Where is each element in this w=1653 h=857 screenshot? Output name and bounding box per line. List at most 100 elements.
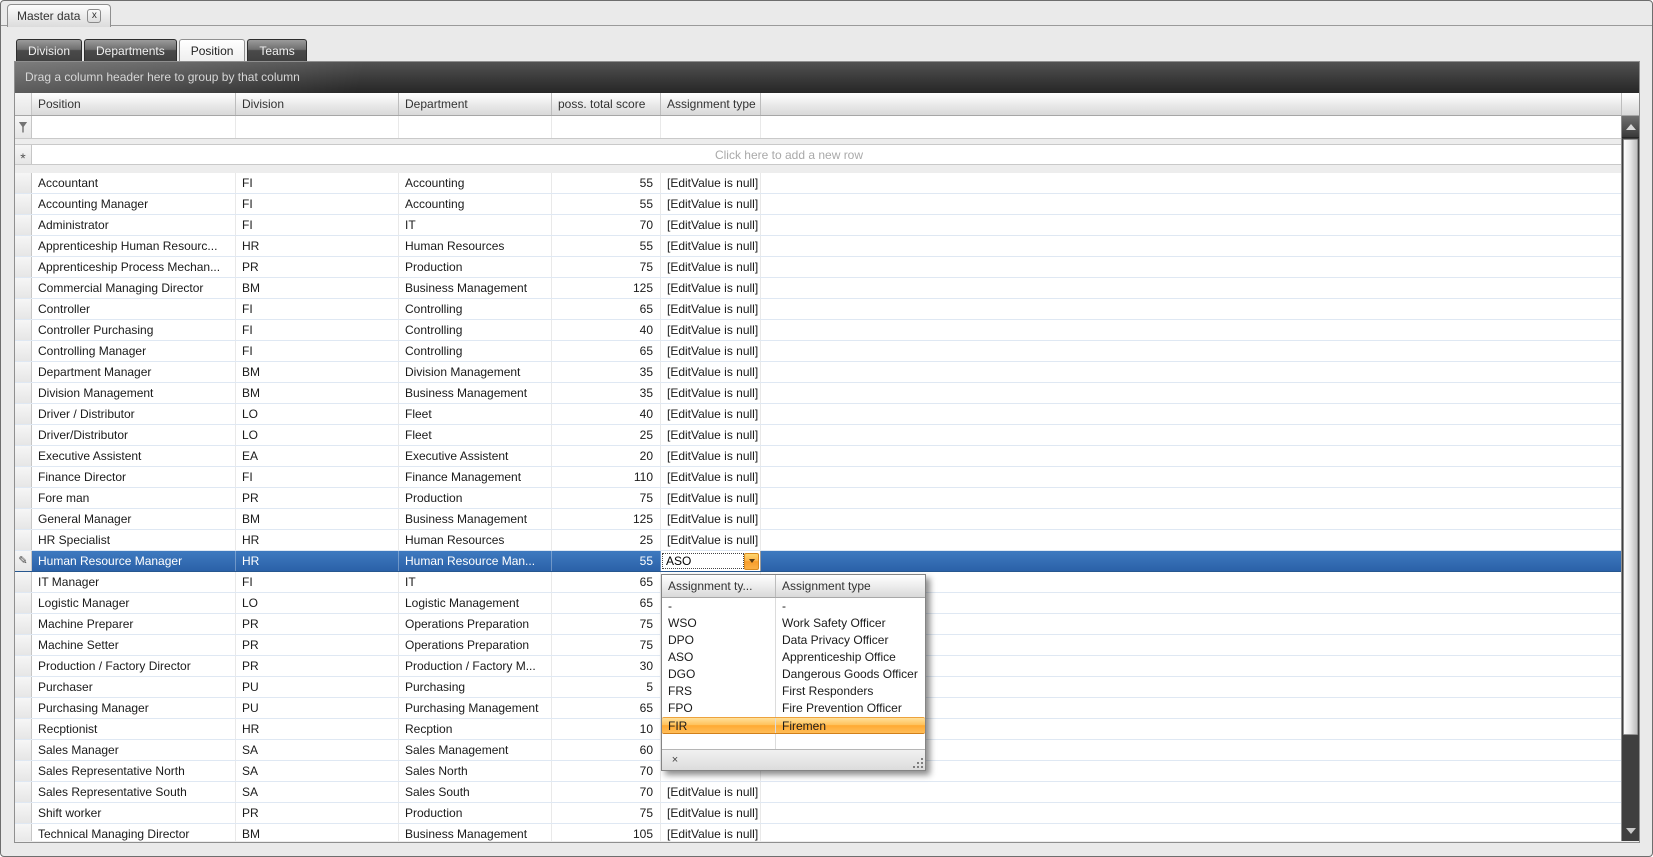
cell-department[interactable]: Business Management [399, 383, 552, 403]
cell-score[interactable]: 110 [552, 467, 661, 487]
cell-score[interactable]: 25 [552, 425, 661, 445]
cell-division[interactable]: PR [236, 803, 399, 823]
cell-division[interactable]: PU [236, 698, 399, 718]
cell-position[interactable]: Human Resource Manager [32, 551, 236, 571]
cell-assignment-type[interactable]: [EditValue is null] [661, 215, 761, 235]
table-row[interactable]: Division Management BM Business Manageme… [15, 383, 1621, 404]
cell-position[interactable]: Commercial Managing Director [32, 278, 236, 298]
cell-position[interactable]: Accountant [32, 173, 236, 193]
cell-division[interactable]: PR [236, 614, 399, 634]
cell-department[interactable]: Accounting [399, 194, 552, 214]
cell-score[interactable]: 25 [552, 530, 661, 550]
cell-department[interactable]: Recption [399, 719, 552, 739]
table-row[interactable]: General Manager BM Business Management 1… [15, 509, 1621, 530]
filter-cell-score[interactable] [552, 116, 661, 138]
table-row[interactable]: Driver/Distributor LO Fleet 25 [EditValu… [15, 425, 1621, 446]
table-row[interactable]: Accounting Manager FI Accounting 55 [Edi… [15, 194, 1621, 215]
table-row[interactable]: Sales Representative South SA Sales Sout… [15, 782, 1621, 803]
cell-assignment-type[interactable]: [EditValue is null] [661, 257, 761, 277]
cell-division[interactable]: PR [236, 257, 399, 277]
cell-division[interactable]: FI [236, 572, 399, 592]
cell-assignment-type[interactable]: [EditValue is null] [661, 824, 761, 841]
dropdown-item-name[interactable]: Fire Prevention Officer [776, 700, 925, 717]
new-row-hint[interactable]: Click here to add a new row [32, 145, 1621, 164]
cell-division[interactable]: FI [236, 341, 399, 361]
cell-division[interactable]: BM [236, 509, 399, 529]
dropdown-item-code[interactable]: ASO [662, 649, 776, 666]
scroll-up-button[interactable] [1622, 116, 1639, 138]
cell-position[interactable]: HR Specialist [32, 530, 236, 550]
cell-division[interactable]: FI [236, 173, 399, 193]
table-row[interactable]: Department Manager BM Division Managemen… [15, 362, 1621, 383]
dropdown-header-code[interactable]: Assignment ty... [662, 575, 776, 597]
cell-score[interactable]: 55 [552, 173, 661, 193]
table-row[interactable]: Technical Managing Director BM Business … [15, 824, 1621, 841]
cell-assignment-type[interactable]: [EditValue is null] [661, 320, 761, 340]
cell-position[interactable]: Sales Manager [32, 740, 236, 760]
cell-score[interactable]: 55 [552, 194, 661, 214]
table-row[interactable]: Controller FI Controlling 65 [EditValue … [15, 299, 1621, 320]
cell-assignment-type[interactable]: [EditValue is null] [661, 803, 761, 823]
dropdown-item[interactable]: ASO Apprenticeship Office [662, 649, 925, 666]
dropdown-item[interactable]: FPO Fire Prevention Officer [662, 700, 925, 717]
cell-division[interactable]: FI [236, 215, 399, 235]
cell-position[interactable]: Purchaser [32, 677, 236, 697]
column-header-division[interactable]: Division [236, 93, 399, 115]
cell-position[interactable]: Administrator [32, 215, 236, 235]
cell-division[interactable]: HR [236, 719, 399, 739]
cell-position[interactable]: Shift worker [32, 803, 236, 823]
cell-department[interactable]: Sales South [399, 782, 552, 802]
cell-division[interactable]: LO [236, 593, 399, 613]
group-by-panel[interactable]: Drag a column header here to group by th… [15, 62, 1639, 93]
dropdown-item-code[interactable]: WSO [662, 615, 776, 632]
cell-position[interactable]: Logistic Manager [32, 593, 236, 613]
assignment-type-editor[interactable]: ASO [661, 551, 761, 571]
cell-department[interactable]: Finance Management [399, 467, 552, 487]
table-row[interactable]: Apprenticeship Process Mechan... PR Prod… [15, 257, 1621, 278]
dropdown-item-name[interactable]: First Responders [776, 683, 925, 700]
table-row[interactable]: Controlling Manager FI Controlling 65 [E… [15, 341, 1621, 362]
dropdown-item[interactable]: FIR Firemen [662, 717, 925, 734]
cell-assignment-type[interactable]: [EditValue is null] [661, 488, 761, 508]
cell-department[interactable]: Human Resources [399, 530, 552, 550]
cell-position[interactable]: Sales Representative South [32, 782, 236, 802]
cell-assignment-type[interactable]: [EditValue is null] [661, 173, 761, 193]
filter-cell-department[interactable] [399, 116, 552, 138]
cell-division[interactable]: SA [236, 761, 399, 781]
cell-department[interactable]: Production [399, 257, 552, 277]
dropdown-item-name[interactable]: Dangerous Goods Officer [776, 666, 925, 683]
dropdown-item-name[interactable]: Apprenticeship Office [776, 649, 925, 666]
cell-assignment-type[interactable]: [EditValue is null] [661, 467, 761, 487]
cell-department[interactable]: Production [399, 488, 552, 508]
cell-division[interactable]: FI [236, 299, 399, 319]
scroll-down-button[interactable] [1622, 821, 1639, 841]
column-header-position[interactable]: Position [32, 93, 236, 115]
cell-department[interactable]: Logistic Management [399, 593, 552, 613]
table-row[interactable]: HR Specialist HR Human Resources 25 [Edi… [15, 530, 1621, 551]
column-header-assignment-type[interactable]: Assignment type [661, 93, 761, 115]
cell-position[interactable]: Recptionist [32, 719, 236, 739]
cell-score[interactable]: 75 [552, 614, 661, 634]
cell-score[interactable]: 75 [552, 803, 661, 823]
cell-score[interactable]: 65 [552, 341, 661, 361]
cell-department[interactable]: Fleet [399, 425, 552, 445]
cell-division[interactable]: PU [236, 677, 399, 697]
cell-score[interactable]: 65 [552, 572, 661, 592]
cell-department[interactable]: Human Resource Man... [399, 551, 552, 571]
cell-department[interactable]: Operations Preparation [399, 614, 552, 634]
cell-score[interactable]: 105 [552, 824, 661, 841]
dropdown-item-code[interactable]: FIR [662, 718, 776, 733]
cell-assignment-type[interactable]: [EditValue is null] [661, 341, 761, 361]
cell-score[interactable]: 70 [552, 761, 661, 781]
table-row[interactable]: Commercial Managing Director BM Business… [15, 278, 1621, 299]
dropdown-item[interactable]: FRS First Responders [662, 683, 925, 700]
cell-score[interactable]: 55 [552, 236, 661, 256]
cell-division[interactable]: BM [236, 278, 399, 298]
cell-position[interactable]: Controller [32, 299, 236, 319]
tab-departments[interactable]: Departments [84, 39, 177, 61]
cell-department[interactable]: Accounting [399, 173, 552, 193]
cell-score[interactable]: 75 [552, 635, 661, 655]
table-row[interactable]: Shift worker PR Production 75 [EditValue… [15, 803, 1621, 824]
dropdown-item[interactable]: WSO Work Safety Officer [662, 615, 925, 632]
cell-division[interactable]: LO [236, 425, 399, 445]
